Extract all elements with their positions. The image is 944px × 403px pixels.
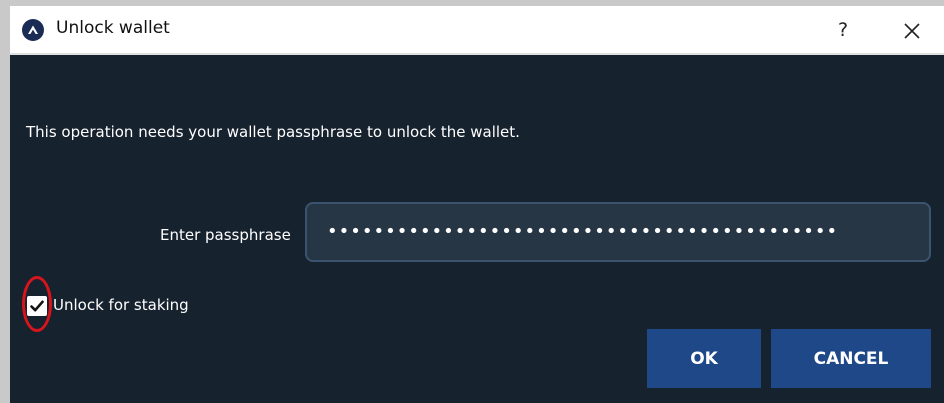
close-icon: [904, 23, 920, 39]
staking-checkbox-label[interactable]: Unlock for staking: [53, 296, 189, 314]
cancel-button[interactable]: CANCEL: [771, 329, 931, 388]
ok-button[interactable]: OK: [647, 329, 761, 388]
passphrase-label: Enter passphrase: [160, 226, 291, 244]
staking-checkbox[interactable]: [27, 296, 47, 316]
screen: Unlock wallet ? This operation needs you…: [0, 0, 944, 403]
dialog-message: This operation needs your wallet passphr…: [26, 123, 520, 141]
app-logo-icon: [22, 19, 44, 41]
unlock-wallet-dialog: Unlock wallet ? This operation needs you…: [10, 6, 944, 403]
help-button[interactable]: ?: [828, 15, 858, 45]
passphrase-input[interactable]: ••••••••••••••••••••••••••••••••••••••••…: [305, 202, 931, 262]
close-button[interactable]: [896, 15, 928, 47]
checkmark-icon: [30, 300, 44, 312]
title-bar: Unlock wallet ?: [10, 6, 944, 55]
window-title: Unlock wallet: [56, 18, 170, 38]
